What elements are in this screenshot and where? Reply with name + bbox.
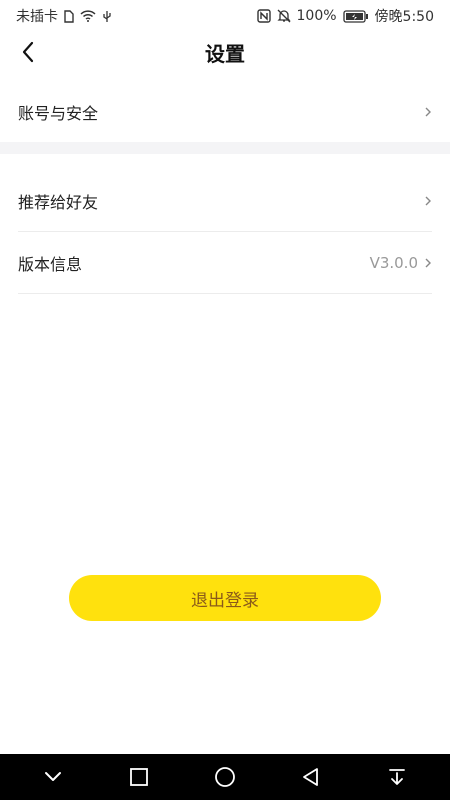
sim-icon — [64, 9, 74, 23]
header: 设置 — [0, 32, 450, 76]
account-security-row[interactable]: 账号与安全 — [18, 81, 432, 143]
home-button[interactable] — [201, 757, 249, 797]
chevron-right-icon — [424, 106, 432, 118]
account-security-label: 账号与安全 — [18, 104, 99, 123]
chevron-left-icon — [21, 41, 35, 67]
chevron-down-icon — [45, 772, 61, 781]
page-title: 设置 — [205, 42, 245, 66]
wifi-icon — [80, 10, 96, 22]
mute-bell-icon — [276, 9, 291, 23]
pull-down-icon — [389, 769, 405, 785]
carrier-text: 未插卡 — [16, 9, 58, 25]
square-icon — [130, 768, 148, 786]
status-right: 100% 傍晚5:50 — [256, 6, 434, 26]
hide-nav-button[interactable] — [29, 757, 77, 797]
battery-icon — [342, 9, 369, 23]
logout-button[interactable]: 退出登录 — [69, 575, 381, 621]
battery-percent: 100% — [296, 8, 337, 24]
circle-icon — [215, 767, 235, 787]
recommend-friends-label: 推荐给好友 — [18, 192, 99, 212]
recommend-friends-row[interactable]: 推荐给好友 — [18, 170, 432, 232]
clock: 傍晚5:50 — [374, 9, 434, 25]
back-button[interactable] — [12, 38, 44, 70]
notification-pulldown-button[interactable] — [373, 757, 421, 797]
status-left: 未插卡 — [16, 6, 112, 26]
version-info-right: V3.0.0 — [370, 254, 432, 272]
version-info-row[interactable]: 版本信息 V3.0.0 — [18, 232, 432, 294]
status-bar: 未插卡 100% 傍晚5:50 — [0, 0, 450, 32]
triangle-back-icon — [303, 768, 318, 786]
usb-icon — [102, 10, 112, 23]
chevron-right-icon — [424, 257, 432, 269]
chevron-right-icon — [424, 195, 432, 207]
version-info-label: 版本信息 — [18, 254, 83, 274]
nfc-icon — [256, 9, 271, 23]
version-value: V3.0.0 — [369, 253, 418, 272]
recents-button[interactable] — [115, 757, 163, 797]
back-nav-button[interactable] — [287, 757, 335, 797]
section-divider — [0, 142, 450, 154]
system-nav-bar — [0, 754, 450, 800]
